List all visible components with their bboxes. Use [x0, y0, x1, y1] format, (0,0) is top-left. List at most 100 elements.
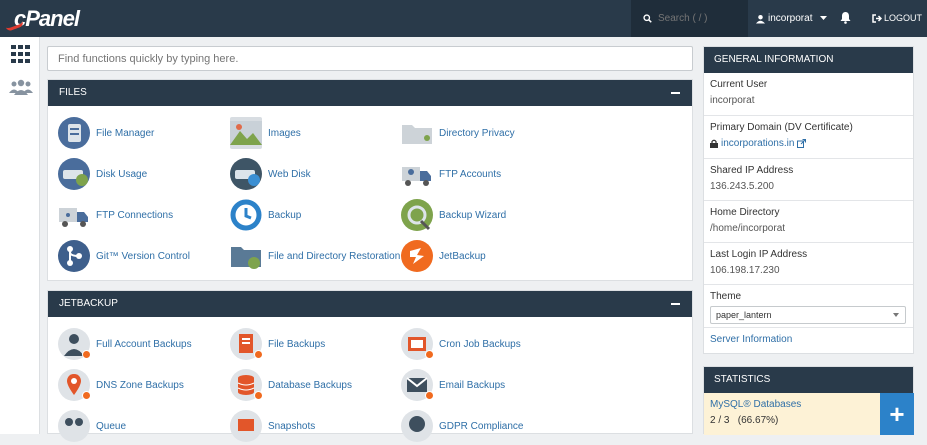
- database-backups-link[interactable]: Database Backups: [230, 369, 352, 401]
- caret-down-icon: [893, 313, 899, 318]
- jetbackup-badge: [425, 350, 434, 359]
- home-directory-row: Home Directory /home/incorporat: [704, 199, 913, 242]
- database-backup-icon: [230, 369, 263, 401]
- git-version-control-link[interactable]: Git™ Version Control: [58, 240, 190, 272]
- file-manager-icon: [58, 117, 90, 149]
- email-backup-icon: [401, 369, 434, 401]
- images-icon: [230, 117, 262, 149]
- disk-usage-label: Disk Usage: [96, 168, 148, 180]
- lock-icon: [710, 139, 718, 149]
- git-version-control-label: Git™ Version Control: [96, 250, 190, 262]
- backup-label: Backup: [268, 209, 302, 221]
- home-directory-value: /home/incorporat: [710, 222, 786, 234]
- mysql-databases-value: 2 / 3 (66.67%): [710, 415, 779, 426]
- last-login-value: 106.198.17.230: [710, 265, 780, 277]
- shared-ip-row: Shared IP Address 136.243.5.200: [704, 157, 913, 200]
- jetbackup-panel-header[interactable]: JETBACKUP: [48, 291, 692, 317]
- theme-select[interactable]: paper_lantern: [710, 306, 906, 325]
- current-user-value: incorporat: [710, 95, 755, 106]
- images-label: Images: [268, 127, 301, 139]
- email-backups-link[interactable]: Email Backups: [401, 369, 505, 401]
- shared-ip-value: 136.243.5.200: [710, 180, 774, 192]
- primary-domain-value: incorporations.in: [721, 138, 795, 150]
- disk-usage-link[interactable]: Disk Usage: [58, 158, 147, 190]
- user-menu[interactable]: incorporat: [756, 0, 828, 37]
- theme-label: Theme: [710, 291, 742, 303]
- logout-label: LOGOUT: [884, 13, 923, 23]
- logout-button[interactable]: LOGOUT: [872, 13, 922, 23]
- username: incorporat: [768, 13, 813, 24]
- jetbackup-badge: [254, 350, 263, 359]
- queue-link[interactable]: Queue: [58, 410, 126, 442]
- files-panel: FILES File Manager Images Directory Priv…: [47, 79, 693, 281]
- users-icon[interactable]: [9, 79, 33, 95]
- server-information-link[interactable]: Server Information: [710, 334, 907, 345]
- file-backups-link[interactable]: File Backups: [230, 328, 325, 360]
- dns-zone-backups-link[interactable]: DNS Zone Backups: [58, 369, 184, 401]
- snapshot-icon: [230, 410, 262, 442]
- top-bar: cPanel incorporat LOGOUT: [0, 0, 927, 37]
- web-disk-link[interactable]: Web Disk: [230, 158, 311, 190]
- ftp-accounts-link[interactable]: FTP Accounts: [401, 158, 501, 190]
- files-panel-header[interactable]: FILES: [48, 80, 692, 106]
- cpanel-logo[interactable]: cPanel: [14, 6, 80, 32]
- gdpr-compliance-label: GDPR Compliance: [439, 420, 524, 432]
- database-backups-label: Database Backups: [268, 379, 352, 391]
- queue-label: Queue: [96, 420, 127, 432]
- file-manager-label: File Manager: [96, 127, 155, 139]
- cron-job-backups-label: Cron Job Backups: [439, 338, 521, 350]
- notifications-button[interactable]: [840, 11, 851, 27]
- directory-privacy-link[interactable]: Directory Privacy: [401, 117, 515, 149]
- jetbackup-badge: [82, 350, 91, 359]
- gdpr-icon: [401, 410, 433, 442]
- file-manager-link[interactable]: File Manager: [58, 117, 154, 149]
- snapshots-label: Snapshots: [268, 420, 316, 432]
- file-backup-icon: [230, 328, 263, 360]
- top-search-input[interactable]: [658, 13, 748, 24]
- queue-icon: [58, 410, 90, 442]
- jetbackup-panel: JETBACKUP Full Account Backups File Back…: [47, 290, 693, 442]
- images-link[interactable]: Images: [230, 117, 301, 149]
- cron-job-backups-link[interactable]: Cron Job Backups: [401, 328, 521, 360]
- current-user-label: Current User: [710, 79, 768, 90]
- search-icon: [643, 14, 652, 23]
- collapse-icon[interactable]: [671, 92, 680, 94]
- jetbackup-badge: [425, 391, 434, 400]
- backup-wizard-link[interactable]: Backup Wizard: [401, 199, 506, 231]
- statistics-title: STATISTICS: [704, 367, 913, 393]
- top-search[interactable]: [631, 0, 748, 37]
- jetbackup-panel-title: JETBACKUP: [59, 298, 118, 309]
- jetbackup-badge: [254, 391, 263, 400]
- jetbackup-link[interactable]: JetBackup: [401, 240, 486, 272]
- last-login-row: Last Login IP Address 106.198.17.230: [704, 242, 913, 284]
- files-panel-title: FILES: [59, 87, 87, 98]
- collapse-icon[interactable]: [671, 303, 680, 305]
- grid-icon[interactable]: [11, 45, 31, 63]
- expand-statistics-button[interactable]: +: [880, 393, 914, 435]
- mysql-databases-stat[interactable]: MySQL® Databases 2 / 3 (66.67%): [704, 393, 880, 435]
- folder-restore-icon: [230, 240, 262, 272]
- primary-domain-link[interactable]: incorporations.in: [710, 138, 907, 149]
- ftp-accounts-label: FTP Accounts: [439, 168, 502, 180]
- backup-wizard-icon: [401, 199, 433, 231]
- folder-lock-icon: [401, 117, 433, 149]
- last-login-label: Last Login IP Address: [710, 249, 808, 261]
- ftp-connections-link[interactable]: FTP Connections: [58, 199, 173, 231]
- mysql-databases-label: MySQL® Databases: [710, 399, 802, 410]
- snapshots-link[interactable]: Snapshots: [230, 410, 315, 442]
- directory-privacy-label: Directory Privacy: [439, 127, 515, 139]
- full-account-backups-link[interactable]: Full Account Backups: [58, 328, 192, 360]
- file-directory-restoration-link[interactable]: File and Directory Restoration: [230, 240, 400, 272]
- bell-icon: [840, 12, 851, 24]
- function-search-input[interactable]: [47, 46, 693, 71]
- ftp-truck-icon: [401, 158, 433, 190]
- shared-ip-label: Shared IP Address: [710, 164, 794, 176]
- file-backups-label: File Backups: [268, 338, 326, 350]
- ftp-connections-label: FTP Connections: [96, 209, 174, 221]
- general-information-title: GENERAL INFORMATION: [704, 47, 913, 73]
- email-backups-label: Email Backups: [439, 379, 506, 391]
- gdpr-compliance-link[interactable]: GDPR Compliance: [401, 410, 523, 442]
- primary-domain-row: Primary Domain (DV Certificate) incorpor…: [704, 115, 913, 157]
- cron-backup-icon: [401, 328, 434, 360]
- backup-link[interactable]: Backup: [230, 199, 301, 231]
